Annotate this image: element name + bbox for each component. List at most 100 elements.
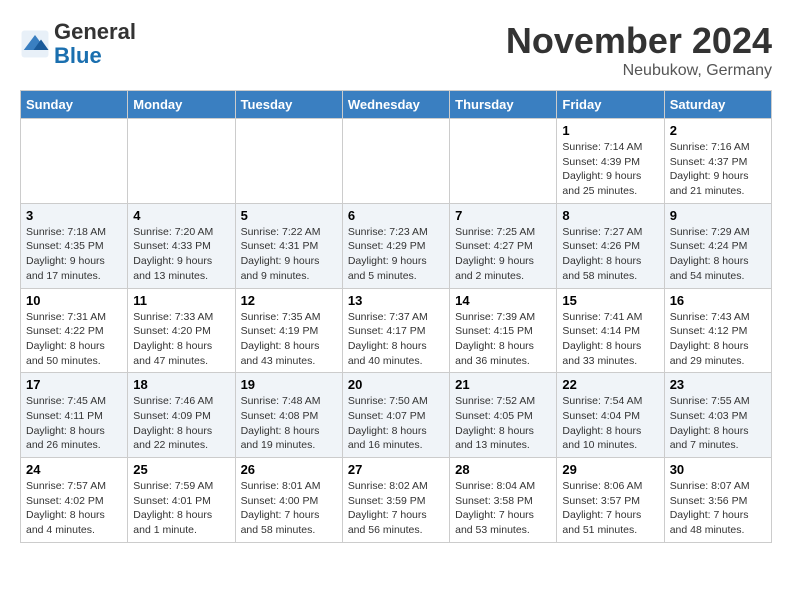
- day-number: 20: [348, 377, 444, 392]
- col-tuesday: Tuesday: [235, 91, 342, 119]
- day-number: 23: [670, 377, 766, 392]
- calendar-week-row: 17 Sunrise: 7:45 AMSunset: 4:11 PMDayligh…: [21, 373, 772, 458]
- day-info: Sunrise: 7:54 AMSunset: 4:04 PMDaylight:…: [562, 394, 658, 453]
- col-wednesday: Wednesday: [342, 91, 449, 119]
- day-number: 22: [562, 377, 658, 392]
- day-info: Sunrise: 7:33 AMSunset: 4:20 PMDaylight:…: [133, 310, 229, 369]
- day-info: Sunrise: 7:29 AMSunset: 4:24 PMDaylight:…: [670, 225, 766, 284]
- table-row: 28 Sunrise: 8:04 AMSunset: 3:58 PMDayligh…: [450, 458, 557, 543]
- day-number: 7: [455, 208, 551, 223]
- day-number: 9: [670, 208, 766, 223]
- table-row: [342, 119, 449, 204]
- calendar-table: Sunday Monday Tuesday Wednesday Thursday…: [20, 90, 772, 543]
- day-number: 15: [562, 293, 658, 308]
- table-row: 5Sunrise: 7:22 AMSunset: 4:31 PMDaylight…: [235, 203, 342, 288]
- day-info: Sunrise: 7:37 AMSunset: 4:17 PMDaylight:…: [348, 310, 444, 369]
- day-number: 17: [26, 377, 122, 392]
- day-number: 6: [348, 208, 444, 223]
- day-number: 4: [133, 208, 229, 223]
- day-info: Sunrise: 8:07 AMSunset: 3:56 PMDaylight:…: [670, 479, 766, 538]
- logo-general-text: General: [54, 19, 136, 44]
- table-row: 12 Sunrise: 7:35 AMSunset: 4:19 PMDayligh…: [235, 288, 342, 373]
- day-number: 12: [241, 293, 337, 308]
- calendar-week-row: 24Sunrise: 7:57 AMSunset: 4:02 PMDayligh…: [21, 458, 772, 543]
- table-row: 15Sunrise: 7:41 AMSunset: 4:14 PMDayligh…: [557, 288, 664, 373]
- day-info: Sunrise: 8:02 AMSunset: 3:59 PMDaylight:…: [348, 479, 444, 538]
- day-info: Sunrise: 7:35 AMSunset: 4:19 PMDaylight:…: [241, 310, 337, 369]
- table-row: 1Sunrise: 7:14 AMSunset: 4:39 PMDaylight…: [557, 119, 664, 204]
- day-info: Sunrise: 7:46 AMSunset: 4:09 PMDaylight:…: [133, 394, 229, 453]
- logo-text: General Blue: [54, 20, 136, 68]
- day-info: Sunrise: 7:16 AMSunset: 4:37 PMDaylight:…: [670, 140, 766, 199]
- table-row: 25Sunrise: 7:59 AMSunset: 4:01 PMDayligh…: [128, 458, 235, 543]
- day-number: 29: [562, 462, 658, 477]
- day-info: Sunrise: 8:04 AMSunset: 3:58 PMDaylight:…: [455, 479, 551, 538]
- table-row: 16 Sunrise: 7:43 AMSunset: 4:12 PMDayligh…: [664, 288, 771, 373]
- table-row: 4 Sunrise: 7:20 AMSunset: 4:33 PMDaylight…: [128, 203, 235, 288]
- table-row: [450, 119, 557, 204]
- day-info: Sunrise: 7:22 AMSunset: 4:31 PMDaylight:…: [241, 225, 337, 284]
- table-row: 23 Sunrise: 7:55 AMSunset: 4:03 PMDayligh…: [664, 373, 771, 458]
- day-number: 27: [348, 462, 444, 477]
- table-row: 14 Sunrise: 7:39 AMSunset: 4:15 PMDayligh…: [450, 288, 557, 373]
- table-row: 24Sunrise: 7:57 AMSunset: 4:02 PMDayligh…: [21, 458, 128, 543]
- day-number: 1: [562, 123, 658, 138]
- table-row: 10 Sunrise: 7:31 AMSunset: 4:22 PMDayligh…: [21, 288, 128, 373]
- table-row: 2 Sunrise: 7:16 AMSunset: 4:37 PMDaylight…: [664, 119, 771, 204]
- logo-icon: [20, 29, 50, 59]
- table-row: 17 Sunrise: 7:45 AMSunset: 4:11 PMDayligh…: [21, 373, 128, 458]
- day-info: Sunrise: 7:45 AMSunset: 4:11 PMDaylight:…: [26, 394, 122, 453]
- day-info: Sunrise: 7:50 AMSunset: 4:07 PMDaylight:…: [348, 394, 444, 453]
- day-info: Sunrise: 7:31 AMSunset: 4:22 PMDaylight:…: [26, 310, 122, 369]
- day-info: Sunrise: 8:06 AMSunset: 3:57 PMDaylight:…: [562, 479, 658, 538]
- table-row: 13Sunrise: 7:37 AMSunset: 4:17 PMDayligh…: [342, 288, 449, 373]
- table-row: 6 Sunrise: 7:23 AMSunset: 4:29 PMDaylight…: [342, 203, 449, 288]
- day-info: Sunrise: 7:55 AMSunset: 4:03 PMDaylight:…: [670, 394, 766, 453]
- calendar-header-row: Sunday Monday Tuesday Wednesday Thursday…: [21, 91, 772, 119]
- day-info: Sunrise: 7:18 AMSunset: 4:35 PMDaylight:…: [26, 225, 122, 284]
- table-row: 20 Sunrise: 7:50 AMSunset: 4:07 PMDayligh…: [342, 373, 449, 458]
- day-number: 30: [670, 462, 766, 477]
- day-info: Sunrise: 7:27 AMSunset: 4:26 PMDaylight:…: [562, 225, 658, 284]
- table-row: 22 Sunrise: 7:54 AMSunset: 4:04 PMDayligh…: [557, 373, 664, 458]
- col-saturday: Saturday: [664, 91, 771, 119]
- day-info: Sunrise: 8:01 AMSunset: 4:00 PMDaylight:…: [241, 479, 337, 538]
- day-number: 16: [670, 293, 766, 308]
- day-number: 19: [241, 377, 337, 392]
- title-block: November 2024 Neubukow, Germany: [506, 20, 772, 80]
- day-number: 11: [133, 293, 229, 308]
- table-row: [128, 119, 235, 204]
- day-info: Sunrise: 7:43 AMSunset: 4:12 PMDaylight:…: [670, 310, 766, 369]
- day-info: Sunrise: 7:20 AMSunset: 4:33 PMDaylight:…: [133, 225, 229, 284]
- page-header: General Blue November 2024 Neubukow, Ger…: [20, 20, 772, 80]
- table-row: 27 Sunrise: 8:02 AMSunset: 3:59 PMDayligh…: [342, 458, 449, 543]
- day-number: 14: [455, 293, 551, 308]
- col-friday: Friday: [557, 91, 664, 119]
- table-row: 21Sunrise: 7:52 AMSunset: 4:05 PMDayligh…: [450, 373, 557, 458]
- month-title: November 2024: [506, 20, 772, 62]
- day-number: 2: [670, 123, 766, 138]
- table-row: 29 Sunrise: 8:06 AMSunset: 3:57 PMDayligh…: [557, 458, 664, 543]
- logo: General Blue: [20, 20, 136, 68]
- day-info: Sunrise: 7:57 AMSunset: 4:02 PMDaylight:…: [26, 479, 122, 538]
- table-row: 26 Sunrise: 8:01 AMSunset: 4:00 PMDayligh…: [235, 458, 342, 543]
- day-number: 3: [26, 208, 122, 223]
- day-info: Sunrise: 7:23 AMSunset: 4:29 PMDaylight:…: [348, 225, 444, 284]
- table-row: [21, 119, 128, 204]
- day-number: 18: [133, 377, 229, 392]
- table-row: 8 Sunrise: 7:27 AMSunset: 4:26 PMDaylight…: [557, 203, 664, 288]
- calendar-week-row: 10 Sunrise: 7:31 AMSunset: 4:22 PMDayligh…: [21, 288, 772, 373]
- table-row: 18 Sunrise: 7:46 AMSunset: 4:09 PMDayligh…: [128, 373, 235, 458]
- col-sunday: Sunday: [21, 91, 128, 119]
- day-info: Sunrise: 7:39 AMSunset: 4:15 PMDaylight:…: [455, 310, 551, 369]
- calendar-week-row: 3 Sunrise: 7:18 AMSunset: 4:35 PMDaylight…: [21, 203, 772, 288]
- day-number: 26: [241, 462, 337, 477]
- day-number: 21: [455, 377, 551, 392]
- day-number: 8: [562, 208, 658, 223]
- day-info: Sunrise: 7:25 AMSunset: 4:27 PMDaylight:…: [455, 225, 551, 284]
- table-row: [235, 119, 342, 204]
- table-row: 3 Sunrise: 7:18 AMSunset: 4:35 PMDaylight…: [21, 203, 128, 288]
- day-number: 28: [455, 462, 551, 477]
- day-number: 10: [26, 293, 122, 308]
- location-title: Neubukow, Germany: [506, 62, 772, 80]
